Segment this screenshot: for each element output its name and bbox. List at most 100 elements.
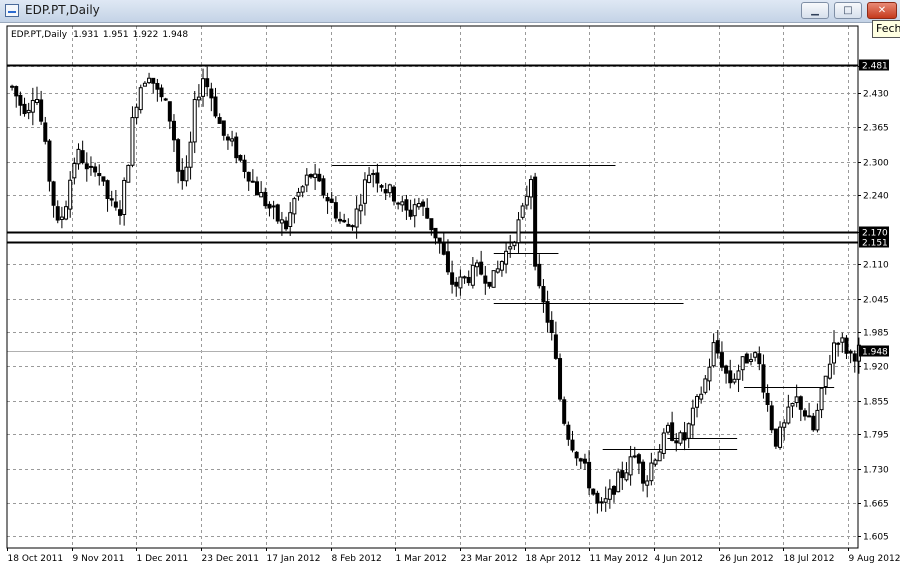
candle-body <box>151 77 156 84</box>
candle-body <box>520 205 525 218</box>
candle-body <box>495 268 500 273</box>
candle-body <box>167 101 172 122</box>
candle-body <box>425 207 430 219</box>
candle-body <box>587 461 592 489</box>
candle-body <box>275 204 280 222</box>
candle-body <box>18 94 23 106</box>
minimize-button[interactable]: ▁ <box>801 2 829 19</box>
candle-body <box>122 179 127 215</box>
candle-body <box>138 87 143 111</box>
candle-body <box>84 163 89 170</box>
candle-body <box>221 120 226 136</box>
candle-body <box>342 219 347 223</box>
candle-body <box>142 82 147 87</box>
candle-body <box>88 165 93 168</box>
candle-body <box>636 454 641 464</box>
candle-body <box>93 166 98 173</box>
candle-body <box>641 461 646 484</box>
candle-body <box>844 337 849 354</box>
close-button[interactable]: ✕ <box>867 2 897 19</box>
candle-body <box>778 426 783 448</box>
candle-body <box>487 281 492 287</box>
time-tick-label: 8 Feb 2012 <box>332 554 382 564</box>
candle-body <box>321 178 326 196</box>
candle-body <box>201 78 206 97</box>
candle-body <box>205 78 210 88</box>
candle-body <box>412 204 417 217</box>
candle-body <box>76 148 81 165</box>
candle-body <box>209 88 214 99</box>
candle-body <box>649 462 654 482</box>
candle-body <box>59 216 64 220</box>
candle-body <box>761 364 766 393</box>
candle-body <box>832 342 837 364</box>
candle-body <box>10 85 15 88</box>
candle-body <box>533 176 538 267</box>
time-tick-label: 18 Apr 2012 <box>526 554 582 564</box>
candle-body <box>728 370 733 384</box>
price-tick-label: 1.985 <box>863 329 889 339</box>
candle-body <box>686 423 691 439</box>
candle-body <box>234 136 239 159</box>
candle-body <box>603 498 608 503</box>
candle-body <box>724 365 729 374</box>
time-tick-label: 23 Dec 2011 <box>202 554 260 564</box>
candle-body <box>254 181 259 196</box>
candle-body <box>379 185 384 188</box>
candle-body <box>578 458 583 462</box>
price-axis: 2.4802.4302.3652.3002.2402.1702.1102.045… <box>858 59 889 543</box>
level-price-label: 2.481 <box>862 62 888 72</box>
candle-body <box>130 117 135 166</box>
time-tick-label: 23 Mar 2012 <box>461 554 518 564</box>
candle-body <box>134 106 139 119</box>
candle-body <box>159 87 164 98</box>
maximize-button[interactable]: □ <box>834 2 862 19</box>
candle-body <box>852 353 857 362</box>
candle-body <box>753 352 758 358</box>
candle-body <box>657 451 662 462</box>
candle-body <box>176 139 181 172</box>
candle-body <box>383 189 388 194</box>
candle-body <box>703 378 708 393</box>
candle-body <box>358 204 363 212</box>
candle-body <box>72 162 77 179</box>
chart-grid <box>7 26 858 548</box>
candle-body <box>317 173 322 182</box>
chart-symbol-label: EDP.PT,Daily <box>11 30 68 40</box>
candle-body <box>711 342 716 367</box>
candle-body <box>22 103 27 115</box>
candle-body <box>313 173 318 179</box>
candle-body <box>815 409 820 431</box>
candle-body <box>171 120 176 141</box>
candle-body <box>757 353 762 365</box>
price-tick-label: 1.665 <box>863 500 889 510</box>
candle-body <box>475 262 480 268</box>
candle-body <box>80 150 85 164</box>
candle-body <box>30 99 35 113</box>
time-tick-label: 11 May 2012 <box>590 554 649 564</box>
candle-body <box>674 440 679 444</box>
price-tick-label: 1.795 <box>863 431 889 441</box>
candle-body <box>769 405 774 431</box>
candle-body <box>416 203 421 208</box>
candle-body <box>620 470 625 479</box>
candle-body <box>748 359 753 362</box>
current-price-label: 1.948 <box>862 348 888 358</box>
candle-body <box>553 334 558 359</box>
candle-body <box>308 174 313 178</box>
candle-body <box>408 209 413 217</box>
candle-body <box>516 219 521 244</box>
candle-body <box>528 179 533 198</box>
candle-body <box>690 407 695 426</box>
price-chart[interactable]: EDP.PT,Daily1.9311.9511.9221.948 2.4802.… <box>0 23 900 570</box>
candle-body <box>454 281 459 287</box>
candle-body <box>786 406 791 424</box>
candle-body <box>292 198 297 215</box>
candle-body <box>271 205 276 208</box>
candle-body <box>595 492 600 504</box>
candle-body <box>101 176 106 182</box>
candle-body <box>371 172 376 176</box>
candle-body <box>47 140 52 182</box>
candle-body <box>300 186 305 193</box>
candle-body <box>259 192 264 198</box>
